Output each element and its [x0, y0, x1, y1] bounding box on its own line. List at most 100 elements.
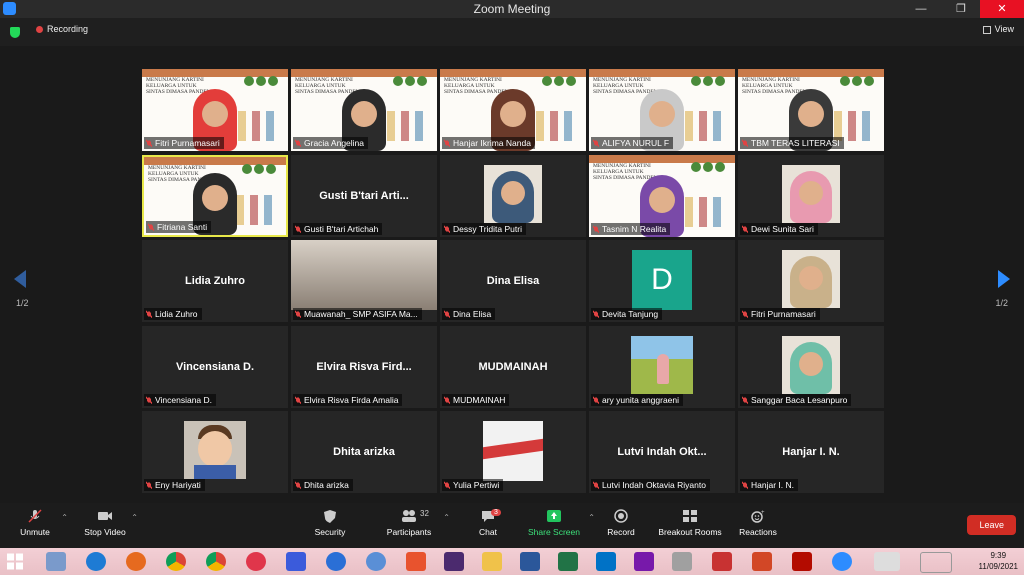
video-tile[interactable]: Eny Hariyati — [142, 411, 288, 493]
unmute-button[interactable]: Unmute ⌃ — [0, 509, 70, 537]
meeting-info-bar: Recording View — [0, 18, 1024, 46]
participant-name-tag: Gusti B'tari Artichah — [293, 222, 383, 235]
participant-name-tag: Dessy Tridita Putri — [442, 222, 526, 235]
office-icon[interactable] — [406, 552, 426, 571]
participant-name-tag: Sanggar Baca Lesanpuro — [740, 393, 852, 406]
internet-explorer-icon[interactable] — [86, 552, 106, 571]
reactions-button[interactable]: + Reactions — [723, 509, 793, 537]
participant-name: Sanggar Baca Lesanpuro — [751, 394, 848, 405]
premiere-icon[interactable] — [444, 552, 464, 571]
video-tile[interactable]: D Devita Tanjung — [589, 240, 735, 322]
word-icon[interactable] — [520, 552, 540, 571]
taskbar-clock[interactable]: 9:39 11/09/2021 — [979, 550, 1018, 572]
muted-mic-icon — [295, 481, 301, 489]
video-tile[interactable]: Lidia Zuhro Lidia Zuhro — [142, 240, 288, 322]
participant-name: Fitri Purnamasari — [751, 309, 816, 319]
video-tile[interactable]: Vincensiana D. Vincensiana D. — [142, 325, 288, 408]
windows-start-icon[interactable] — [6, 552, 24, 571]
acrobat-icon[interactable] — [792, 552, 812, 571]
video-tile[interactable]: Gusti B'tari Arti... Gusti B'tari Articha… — [291, 154, 437, 237]
video-options-caret-icon[interactable]: ⌃ — [131, 513, 138, 522]
video-tile[interactable]: Elvira Risva Fird... Elvira Risva Firda A… — [291, 325, 437, 408]
zoom-app-taskbar-icon[interactable] — [366, 552, 386, 571]
video-tile[interactable]: MENUNJANG KARTINI KELUARGA UNTUK SINTAS … — [142, 154, 288, 237]
participant-video — [782, 250, 840, 308]
participant-name: Dewi Sunita Sari — [751, 223, 814, 234]
video-tile[interactable]: Fitri Purnamasari — [738, 240, 884, 322]
participant-name-tag: Tasnim N Realita — [591, 222, 671, 235]
recording-indicator[interactable]: Recording — [36, 24, 88, 34]
video-tile[interactable]: Dhita arizka Dhita arizka — [291, 411, 437, 493]
video-tile[interactable]: Dewi Sunita Sari — [738, 154, 884, 237]
encryption-shield-icon[interactable] — [10, 27, 20, 38]
minimize-button[interactable]: — — [906, 0, 936, 18]
participant-name: Gusti B'tari Artichah — [304, 223, 379, 234]
video-tile[interactable]: Muawanah_ SMP ASIFA Ma... — [291, 240, 437, 322]
participant-name: Gracia Angelina — [304, 138, 365, 148]
muted-mic-icon — [593, 481, 599, 489]
security-button[interactable]: Security — [295, 509, 365, 537]
participant-name-tag: Elvira Risva Firda Amalia — [293, 393, 403, 406]
next-page-arrow-icon[interactable] — [998, 270, 1010, 288]
chat-button[interactable]: Chat 3 — [453, 509, 523, 537]
audio-options-caret-icon[interactable]: ⌃ — [61, 513, 68, 522]
participant-photo — [184, 421, 246, 479]
previous-page-arrow-icon[interactable] — [14, 270, 26, 288]
chrome-profile-icon[interactable] — [206, 552, 226, 571]
video-tile[interactable]: Lutvi Indah Okt... Lutvi Indah Oktavia Ri… — [589, 411, 735, 493]
clock-time: 9:39 — [990, 551, 1007, 560]
video-tile[interactable]: ary yunita anggraeni — [589, 325, 735, 408]
anydesk-icon[interactable] — [246, 552, 266, 571]
restore-button[interactable]: ❐ — [946, 0, 976, 18]
chrome-icon[interactable] — [166, 552, 186, 571]
onenote-icon[interactable] — [634, 552, 654, 571]
muted-mic-icon — [444, 224, 450, 233]
video-tile[interactable]: MENUNJANG KARTINI KELUARGA UNTUK SINTAS … — [738, 69, 884, 151]
video-tile[interactable]: MENUNJANG KARTINI KELUARGA UNTUK SINTAS … — [589, 154, 735, 237]
printer-icon[interactable] — [672, 552, 692, 571]
zoom-taskbar-icon[interactable] — [832, 552, 852, 571]
video-tile[interactable]: MENUNJANG KARTINI KELUARGA UNTUK SINTAS … — [142, 69, 288, 151]
share-screen-button[interactable]: Share Screen ⌃ — [519, 509, 595, 537]
video-tile[interactable]: Yulia Pertiwi — [440, 411, 586, 493]
video-tile[interactable]: Hanjar I. N. Hanjar I. N. — [738, 411, 884, 493]
stop-video-button[interactable]: Stop Video ⌃ — [70, 509, 140, 537]
muted-mic-icon — [742, 310, 748, 318]
firefox-icon[interactable] — [126, 552, 146, 571]
video-tile[interactable]: Dina Elisa Dina Elisa — [440, 240, 586, 322]
participant-display-name: MUDMAINAH — [478, 360, 548, 373]
file-explorer-icon[interactable] — [482, 552, 502, 571]
video-tile[interactable]: Sanggar Baca Lesanpuro — [738, 325, 884, 408]
paint-app-icon[interactable] — [46, 552, 66, 571]
participant-name: Dina Elisa — [453, 309, 492, 319]
muted-mic-icon — [593, 139, 599, 147]
record-button[interactable]: Record — [586, 509, 656, 537]
leave-button[interactable]: Leave — [967, 515, 1016, 535]
slide-logos — [689, 73, 729, 86]
excel-icon[interactable] — [558, 552, 578, 571]
keyboard-icon[interactable] — [874, 552, 900, 571]
video-tile[interactable]: MENUNJANG KARTINI KELUARGA UNTUK SINTAS … — [589, 69, 735, 151]
outlook-icon[interactable] — [596, 552, 616, 571]
view-button[interactable]: View — [982, 24, 1014, 34]
cards-app-icon[interactable] — [286, 552, 306, 571]
participant-name: Yulia Pertiwi — [453, 480, 500, 490]
participants-caret-icon[interactable]: ⌃ — [443, 513, 450, 522]
video-tile[interactable]: MENUNJANG KARTINI KELUARGA UNTUK SINTAS … — [291, 69, 437, 151]
system-tray-icons[interactable] — [920, 552, 952, 573]
breakout-rooms-button[interactable]: Breakout Rooms — [655, 509, 725, 537]
muted-mic-icon — [148, 222, 154, 231]
muted-mic-icon — [444, 481, 450, 489]
participants-button[interactable]: Participants 32 ⌃ — [374, 509, 450, 537]
powerpoint-icon[interactable] — [752, 552, 772, 571]
muted-mic-icon — [593, 310, 599, 318]
3g-modem-icon[interactable] — [326, 552, 346, 571]
participant-name-tag: TBM TERAS LITERASI — [740, 137, 844, 149]
video-tile[interactable]: Dessy Tridita Putri — [440, 154, 586, 237]
participant-name: Dessy Tridita Putri — [453, 223, 522, 234]
muted-mic-icon — [295, 310, 301, 318]
app-red-icon[interactable] — [712, 552, 732, 571]
video-tile[interactable]: MENUNJANG KARTINI KELUARGA UNTUK SINTAS … — [440, 69, 586, 151]
close-button[interactable]: ✕ — [980, 0, 1024, 18]
video-tile[interactable]: MUDMAINAH MUDMAINAH — [440, 325, 586, 408]
